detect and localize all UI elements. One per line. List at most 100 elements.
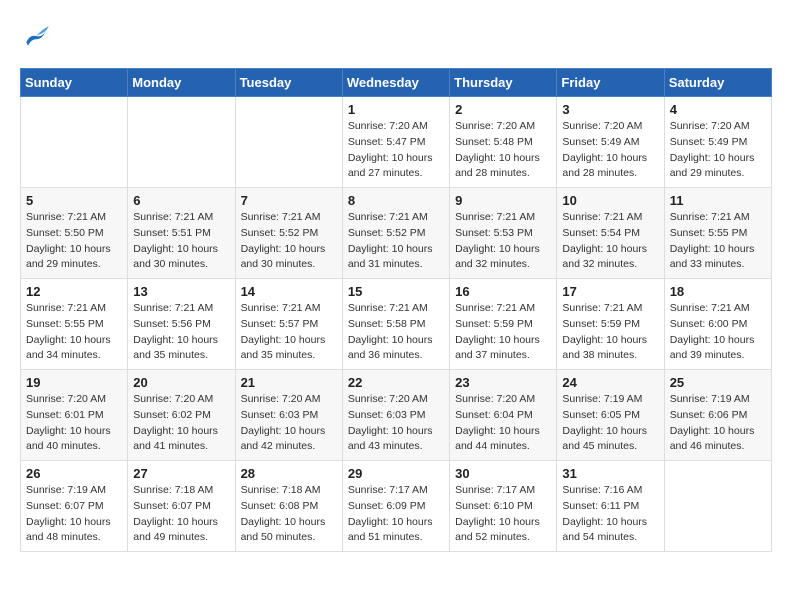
day-info: Sunrise: 7:20 AMSunset: 6:04 PMDaylight:… (455, 392, 551, 455)
calendar-day-12: 12 Sunrise: 7:21 AMSunset: 5:55 PMDayligh… (21, 279, 128, 370)
calendar-day-20: 20 Sunrise: 7:20 AMSunset: 6:02 PMDayligh… (128, 370, 235, 461)
day-number: 26 (26, 466, 122, 481)
day-info: Sunrise: 7:21 AMSunset: 5:51 PMDaylight:… (133, 210, 229, 273)
weekday-wednesday: Wednesday (342, 69, 449, 97)
day-number: 1 (348, 102, 444, 117)
day-info: Sunrise: 7:21 AMSunset: 5:50 PMDaylight:… (26, 210, 122, 273)
calendar-day-5: 5Sunrise: 7:21 AMSunset: 5:50 PMDaylight… (21, 188, 128, 279)
day-info: Sunrise: 7:20 AMSunset: 5:48 PMDaylight:… (455, 119, 551, 182)
weekday-tuesday: Tuesday (235, 69, 342, 97)
calendar-day-15: 15 Sunrise: 7:21 AMSunset: 5:58 PMDayligh… (342, 279, 449, 370)
day-info: Sunrise: 7:21 AMSunset: 5:58 PMDaylight:… (348, 301, 444, 364)
calendar-day-2: 2Sunrise: 7:20 AMSunset: 5:48 PMDaylight… (450, 97, 557, 188)
day-info: Sunrise: 7:21 AMSunset: 5:53 PMDaylight:… (455, 210, 551, 273)
calendar-day-26: 26Sunrise: 7:19 AMSunset: 6:07 PMDayligh… (21, 461, 128, 552)
empty-cell (235, 97, 342, 188)
day-info: Sunrise: 7:20 AMSunset: 6:01 PMDaylight:… (26, 392, 122, 455)
day-number: 13 (133, 284, 229, 299)
calendar-day-11: 11 Sunrise: 7:21 AMSunset: 5:55 PMDayligh… (664, 188, 771, 279)
day-number: 31 (562, 466, 658, 481)
day-number: 11 (670, 193, 766, 208)
day-info: Sunrise: 7:21 AMSunset: 5:55 PMDaylight:… (670, 210, 766, 273)
day-info: Sunrise: 7:19 AMSunset: 6:05 PMDaylight:… (562, 392, 658, 455)
day-number: 28 (241, 466, 337, 481)
calendar-day-8: 8 Sunrise: 7:21 AMSunset: 5:52 PMDaylight… (342, 188, 449, 279)
weekday-header-row: SundayMondayTuesdayWednesdayThursdayFrid… (21, 69, 772, 97)
empty-cell (21, 97, 128, 188)
logo-icon (20, 20, 52, 52)
calendar-day-7: 7 Sunrise: 7:21 AMSunset: 5:52 PMDaylight… (235, 188, 342, 279)
weekday-thursday: Thursday (450, 69, 557, 97)
day-info: Sunrise: 7:17 AMSunset: 6:09 PMDaylight:… (348, 483, 444, 546)
day-number: 8 (348, 193, 444, 208)
day-info: Sunrise: 7:21 AMSunset: 5:56 PMDaylight:… (133, 301, 229, 364)
day-info: Sunrise: 7:18 AMSunset: 6:08 PMDaylight:… (241, 483, 337, 546)
day-number: 3 (562, 102, 658, 117)
day-number: 4 (670, 102, 766, 117)
calendar-week-3: 12 Sunrise: 7:21 AMSunset: 5:55 PMDayligh… (21, 279, 772, 370)
day-info: Sunrise: 7:20 AMSunset: 5:49 PMDaylight:… (670, 119, 766, 182)
calendar-day-25: 25 Sunrise: 7:19 AMSunset: 6:06 PMDayligh… (664, 370, 771, 461)
weekday-saturday: Saturday (664, 69, 771, 97)
day-info: Sunrise: 7:21 AMSunset: 5:59 PMDaylight:… (455, 301, 551, 364)
calendar-day-17: 17 Sunrise: 7:21 AMSunset: 5:59 PMDayligh… (557, 279, 664, 370)
day-number: 15 (348, 284, 444, 299)
day-number: 9 (455, 193, 551, 208)
calendar-day-22: 22 Sunrise: 7:20 AMSunset: 6:03 PMDayligh… (342, 370, 449, 461)
calendar-day-10: 10 Sunrise: 7:21 AMSunset: 5:54 PMDayligh… (557, 188, 664, 279)
day-info: Sunrise: 7:20 AMSunset: 5:49 AMDaylight:… (562, 119, 658, 182)
calendar-day-3: 3 Sunrise: 7:20 AMSunset: 5:49 AMDaylight… (557, 97, 664, 188)
day-number: 24 (562, 375, 658, 390)
calendar-week-5: 26Sunrise: 7:19 AMSunset: 6:07 PMDayligh… (21, 461, 772, 552)
day-number: 18 (670, 284, 766, 299)
day-number: 10 (562, 193, 658, 208)
calendar-day-18: 18Sunrise: 7:21 AMSunset: 6:00 PMDayligh… (664, 279, 771, 370)
day-info: Sunrise: 7:19 AMSunset: 6:06 PMDaylight:… (670, 392, 766, 455)
day-number: 19 (26, 375, 122, 390)
day-info: Sunrise: 7:21 AMSunset: 5:52 PMDaylight:… (348, 210, 444, 273)
day-number: 7 (241, 193, 337, 208)
day-number: 12 (26, 284, 122, 299)
day-number: 6 (133, 193, 229, 208)
day-info: Sunrise: 7:21 AMSunset: 5:54 PMDaylight:… (562, 210, 658, 273)
day-number: 29 (348, 466, 444, 481)
logo (20, 20, 58, 52)
day-info: Sunrise: 7:20 AMSunset: 6:03 PMDaylight:… (348, 392, 444, 455)
calendar-day-30: 30 Sunrise: 7:17 AMSunset: 6:10 PMDayligh… (450, 461, 557, 552)
day-number: 23 (455, 375, 551, 390)
day-info: Sunrise: 7:20 AMSunset: 6:03 PMDaylight:… (241, 392, 337, 455)
calendar-week-2: 5Sunrise: 7:21 AMSunset: 5:50 PMDaylight… (21, 188, 772, 279)
day-number: 20 (133, 375, 229, 390)
calendar-day-19: 19 Sunrise: 7:20 AMSunset: 6:01 PMDayligh… (21, 370, 128, 461)
calendar-day-9: 9 Sunrise: 7:21 AMSunset: 5:53 PMDaylight… (450, 188, 557, 279)
day-number: 21 (241, 375, 337, 390)
day-number: 30 (455, 466, 551, 481)
calendar-day-23: 23 Sunrise: 7:20 AMSunset: 6:04 PMDayligh… (450, 370, 557, 461)
day-info: Sunrise: 7:16 AMSunset: 6:11 PMDaylight:… (562, 483, 658, 546)
calendar-day-4: 4 Sunrise: 7:20 AMSunset: 5:49 PMDaylight… (664, 97, 771, 188)
weekday-friday: Friday (557, 69, 664, 97)
calendar-day-13: 13 Sunrise: 7:21 AMSunset: 5:56 PMDayligh… (128, 279, 235, 370)
day-number: 14 (241, 284, 337, 299)
page-header (20, 20, 772, 52)
calendar-day-6: 6 Sunrise: 7:21 AMSunset: 5:51 PMDaylight… (128, 188, 235, 279)
day-number: 25 (670, 375, 766, 390)
day-info: Sunrise: 7:21 AMSunset: 5:55 PMDaylight:… (26, 301, 122, 364)
day-number: 17 (562, 284, 658, 299)
day-info: Sunrise: 7:20 AMSunset: 5:47 PMDaylight:… (348, 119, 444, 182)
day-info: Sunrise: 7:17 AMSunset: 6:10 PMDaylight:… (455, 483, 551, 546)
day-info: Sunrise: 7:21 AMSunset: 5:59 PMDaylight:… (562, 301, 658, 364)
day-info: Sunrise: 7:21 AMSunset: 5:57 PMDaylight:… (241, 301, 337, 364)
weekday-sunday: Sunday (21, 69, 128, 97)
empty-cell (128, 97, 235, 188)
day-number: 22 (348, 375, 444, 390)
day-info: Sunrise: 7:20 AMSunset: 6:02 PMDaylight:… (133, 392, 229, 455)
day-number: 16 (455, 284, 551, 299)
calendar-week-1: 1 Sunrise: 7:20 AMSunset: 5:47 PMDaylight… (21, 97, 772, 188)
day-info: Sunrise: 7:21 AMSunset: 5:52 PMDaylight:… (241, 210, 337, 273)
calendar-day-24: 24 Sunrise: 7:19 AMSunset: 6:05 PMDayligh… (557, 370, 664, 461)
calendar-week-4: 19 Sunrise: 7:20 AMSunset: 6:01 PMDayligh… (21, 370, 772, 461)
calendar-day-1: 1 Sunrise: 7:20 AMSunset: 5:47 PMDaylight… (342, 97, 449, 188)
calendar-day-21: 21 Sunrise: 7:20 AMSunset: 6:03 PMDayligh… (235, 370, 342, 461)
calendar-day-14: 14 Sunrise: 7:21 AMSunset: 5:57 PMDayligh… (235, 279, 342, 370)
